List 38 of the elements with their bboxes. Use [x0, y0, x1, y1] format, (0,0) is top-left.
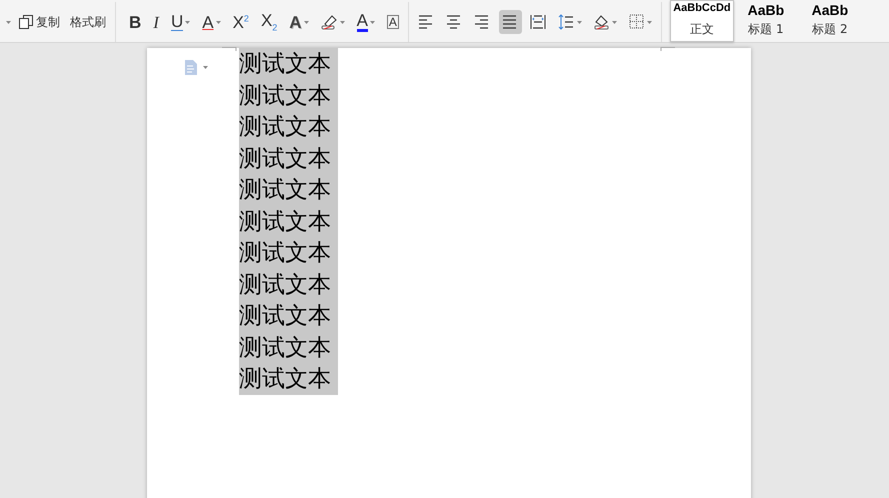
- document-icon: [184, 60, 197, 75]
- caret-icon: [203, 66, 208, 69]
- caret-icon: [6, 20, 11, 24]
- line-spacing-icon: [558, 13, 575, 31]
- strike-button[interactable]: A: [199, 10, 224, 34]
- copy-button[interactable]: 复制: [15, 10, 63, 34]
- align-right-icon: [474, 13, 491, 31]
- copy-icon: [18, 14, 34, 30]
- caret-icon: [370, 20, 375, 24]
- subscript-button[interactable]: X$_{2}$: [258, 10, 280, 34]
- caret-icon: [646, 20, 652, 24]
- style-preset[interactable]: AaBbCcDd 正文: [670, 0, 734, 42]
- caret-icon: [216, 20, 221, 24]
- format-painter-button[interactable]: 格式刷: [67, 10, 109, 34]
- style-preset[interactable]: AaBb 标题 2: [798, 0, 862, 42]
- effect-button[interactable]: A: [286, 10, 312, 34]
- margin-corner-mark: [222, 45, 238, 51]
- shading-icon: [592, 13, 610, 31]
- align-left-icon: [418, 13, 435, 31]
- bold-button[interactable]: B: [126, 10, 144, 34]
- caret-icon: [185, 20, 190, 24]
- font-color-button[interactable]: A: [354, 10, 378, 34]
- style-preset[interactable]: AaBb 标题 1: [734, 0, 798, 42]
- caret-icon: [612, 20, 617, 24]
- justify-button[interactable]: [498, 10, 522, 34]
- margin-corner-mark: [659, 45, 675, 51]
- superscript-button[interactable]: X$^{2}$: [230, 10, 252, 34]
- char-border-button[interactable]: A: [384, 10, 402, 34]
- highlighter-icon: [320, 14, 338, 30]
- justify-icon: [502, 13, 519, 31]
- caret-icon: [340, 20, 345, 24]
- underline-button[interactable]: U: [168, 10, 194, 34]
- borders-icon: [628, 13, 645, 31]
- caret-icon: [304, 20, 309, 24]
- caret-icon: [576, 20, 582, 24]
- align-center-icon: [446, 13, 463, 31]
- distribute-icon: [530, 13, 547, 31]
- italic-button[interactable]: I: [150, 10, 162, 34]
